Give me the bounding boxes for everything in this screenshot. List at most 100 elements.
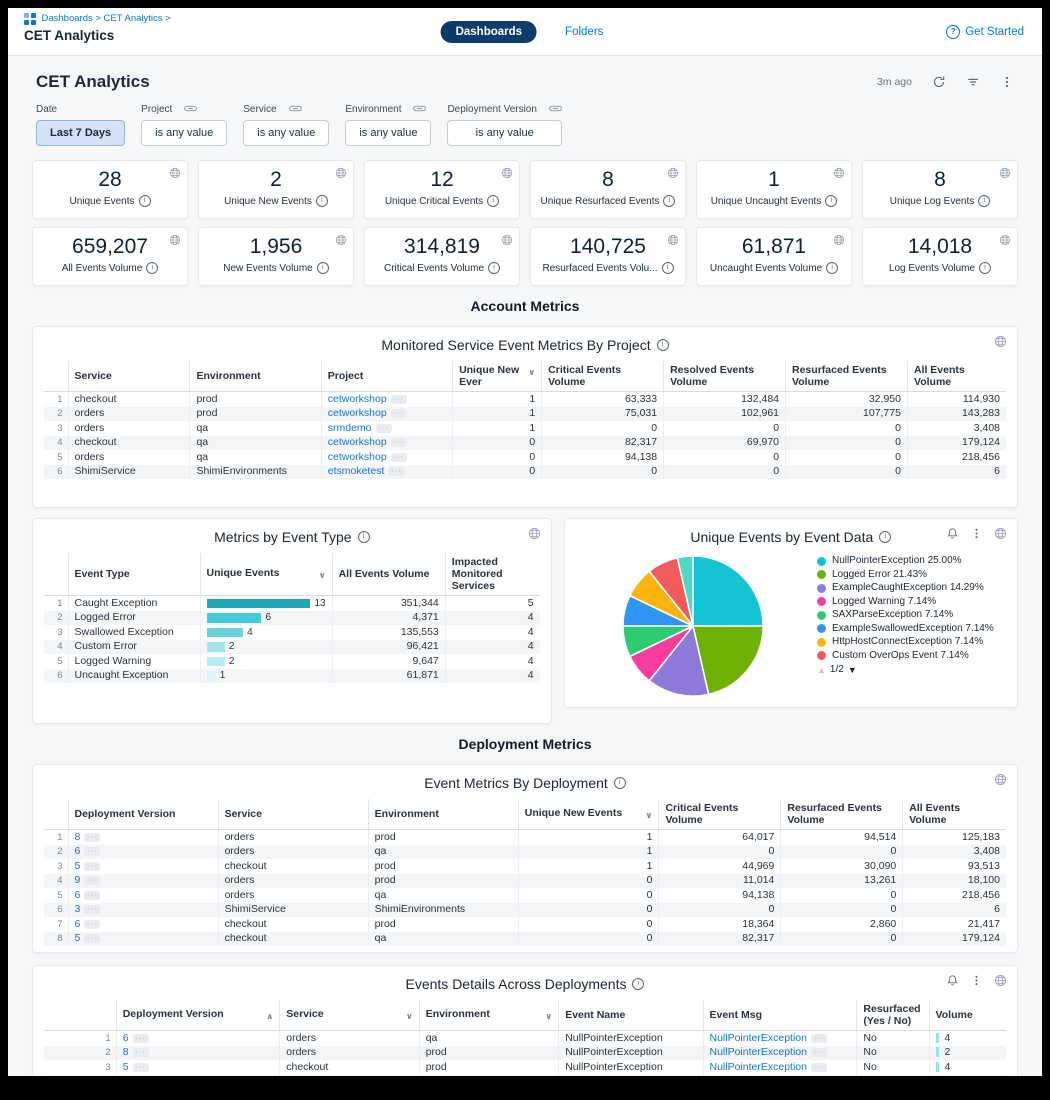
legend-item-logged-error[interactable]: Logged Error 21.43% <box>817 569 1005 582</box>
more-pill[interactable]: ··· <box>84 876 100 885</box>
info-icon[interactable]: i <box>632 978 644 990</box>
link-3[interactable]: 3 <box>75 903 81 915</box>
page-up-icon[interactable]: ▲ <box>817 665 826 675</box>
globe-icon[interactable] <box>833 166 845 178</box>
link-cetworkshop[interactable]: cetworkshop <box>328 451 387 463</box>
get-started-link[interactable]: Get Started <box>965 26 1024 38</box>
kebab-menu-icon[interactable] <box>970 527 983 540</box>
column-header-unique-events[interactable]: ∨Unique Events <box>200 553 332 596</box>
kebab-menu-icon[interactable] <box>970 974 983 987</box>
more-pill[interactable]: ··· <box>84 862 100 871</box>
more-pill[interactable]: ··· <box>84 891 100 900</box>
more-pill[interactable]: ··· <box>376 424 392 433</box>
info-icon[interactable]: i <box>825 195 837 207</box>
link-nullpointerexception[interactable]: NullPointerException <box>710 1046 807 1058</box>
legend-item-saxparseexception[interactable]: SAXParseException 7.14% <box>817 609 1005 622</box>
apps-grid-icon[interactable] <box>24 13 36 25</box>
globe-icon[interactable] <box>999 233 1011 245</box>
globe-icon[interactable] <box>994 527 1007 540</box>
link-nullpointerexception[interactable]: NullPointerException <box>710 1075 807 1076</box>
more-pill[interactable]: ··· <box>391 395 407 404</box>
filter-service-button[interactable]: is any value <box>243 120 329 146</box>
info-icon[interactable]: i <box>146 262 158 274</box>
info-icon[interactable]: i <box>657 339 669 351</box>
globe-icon[interactable] <box>501 166 513 178</box>
more-pill[interactable]: ··· <box>811 1034 827 1043</box>
sort-down-icon[interactable]: ∨ <box>528 366 535 378</box>
tab-folders[interactable]: Folders <box>559 25 609 39</box>
more-pill[interactable]: ··· <box>388 467 404 476</box>
legend-item-nullpointerexception[interactable]: NullPointerException 25.00% <box>817 555 1005 568</box>
more-pill[interactable]: ··· <box>811 1048 827 1057</box>
more-pill[interactable]: ··· <box>84 847 100 856</box>
more-pill[interactable]: ··· <box>391 438 407 447</box>
link-srmdemo[interactable]: srmdemo <box>328 422 372 434</box>
globe-icon[interactable] <box>994 773 1007 786</box>
link-8[interactable]: 8 <box>123 1046 129 1058</box>
more-pill[interactable]: ··· <box>84 934 100 943</box>
link-nullpointerexception[interactable]: NullPointerException <box>710 1061 807 1073</box>
filter-deployment-version-button[interactable]: is any value <box>447 120 562 146</box>
bell-icon[interactable] <box>946 527 959 540</box>
kebab-menu-icon[interactable] <box>1000 75 1014 89</box>
more-pill[interactable]: ··· <box>811 1063 827 1072</box>
filter-date-button[interactable]: Last 7 Days <box>36 120 125 146</box>
more-pill[interactable]: ··· <box>84 833 100 842</box>
filter-icon[interactable] <box>966 75 980 89</box>
info-icon[interactable]: i <box>662 262 674 274</box>
page-down-icon[interactable]: ▼ <box>848 665 857 675</box>
legend-item-custom-overops-event[interactable]: Custom OverOps Event 7.14% <box>817 650 1005 663</box>
info-icon[interactable]: i <box>139 195 151 207</box>
column-header-unique-new-events[interactable]: ∨Unique New Events <box>518 799 659 830</box>
globe-icon[interactable] <box>833 233 845 245</box>
sort-down-icon[interactable]: ∨ <box>319 569 326 581</box>
globe-icon[interactable] <box>667 233 679 245</box>
sort-down-icon[interactable]: ∨ <box>545 1010 552 1022</box>
link-6[interactable]: 6 <box>123 1075 129 1076</box>
refresh-icon[interactable] <box>932 75 946 89</box>
info-icon[interactable]: i <box>358 531 370 543</box>
link-9[interactable]: 9 <box>75 874 81 886</box>
link-6[interactable]: 6 <box>75 845 81 857</box>
info-icon[interactable]: i <box>487 195 499 207</box>
info-icon[interactable]: i <box>614 777 626 789</box>
info-icon[interactable]: i <box>979 262 991 274</box>
link-6[interactable]: 6 <box>75 918 81 930</box>
legend-item-logged-warning[interactable]: Logged Warning 7.14% <box>817 596 1005 609</box>
column-header-service[interactable]: ∨Service <box>280 1000 419 1031</box>
more-pill[interactable]: ··· <box>84 920 100 929</box>
legend-item-exampleswallowedexception[interactable]: ExampleSwallowedException 7.14% <box>817 623 1005 636</box>
sort-down-icon[interactable]: ∨ <box>406 1010 413 1022</box>
info-icon[interactable]: i <box>317 262 329 274</box>
globe-icon[interactable] <box>994 974 1007 987</box>
link-cetworkshop[interactable]: cetworkshop <box>328 436 387 448</box>
legend-item-examplecaughtexception[interactable]: ExampleCaughtException 14.29% <box>817 582 1005 595</box>
more-pill[interactable]: ··· <box>133 1063 149 1072</box>
globe-icon[interactable] <box>169 166 181 178</box>
column-header-unique-new-ever[interactable]: ∨Unique New Ever <box>453 361 542 392</box>
link-8[interactable]: 8 <box>75 831 81 843</box>
more-pill[interactable]: ··· <box>84 905 100 914</box>
column-header-deployment-version[interactable]: ∧Deployment Version <box>116 1000 280 1031</box>
link-6[interactable]: 6 <box>123 1032 129 1044</box>
link-5[interactable]: 5 <box>75 932 81 944</box>
bell-icon[interactable] <box>946 974 959 987</box>
info-icon[interactable]: i <box>316 195 328 207</box>
globe-icon[interactable] <box>999 166 1011 178</box>
globe-icon[interactable] <box>335 166 347 178</box>
globe-icon[interactable] <box>501 233 513 245</box>
sort-up-icon[interactable]: ∧ <box>266 1010 273 1022</box>
link-cetworkshop[interactable]: cetworkshop <box>328 393 387 405</box>
info-icon[interactable]: i <box>663 195 675 207</box>
info-icon[interactable]: i <box>488 262 500 274</box>
globe-icon[interactable] <box>528 527 541 540</box>
column-header-environment[interactable]: ∨Environment <box>419 1000 558 1031</box>
link-cetworkshop[interactable]: cetworkshop <box>328 407 387 419</box>
sort-down-icon[interactable]: ∨ <box>646 809 653 821</box>
info-icon[interactable]: i <box>826 262 838 274</box>
pie-slice-nullpointerexception[interactable] <box>693 556 763 626</box>
link-5[interactable]: 5 <box>123 1061 129 1073</box>
globe-icon[interactable] <box>667 166 679 178</box>
more-pill[interactable]: ··· <box>133 1034 149 1043</box>
filter-environment-button[interactable]: is any value <box>345 120 431 146</box>
